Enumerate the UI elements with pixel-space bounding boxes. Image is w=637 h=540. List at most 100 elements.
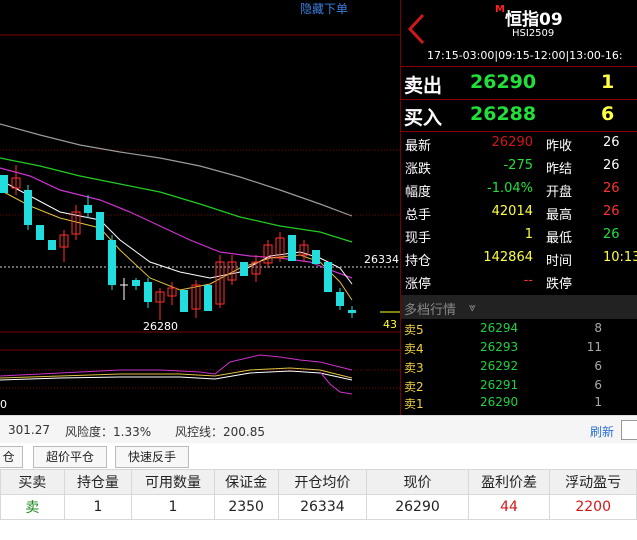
refresh-link[interactable]: 刷新 — [590, 423, 614, 440]
contract-title: 恒指09 — [505, 10, 563, 30]
depth-header[interactable]: 多档行情 ⩔ — [401, 295, 637, 319]
price-marker-label: 26334 — [364, 253, 399, 266]
ask-qty: 1 — [601, 71, 615, 93]
kline-chart[interactable]: 隐藏下单 26334 26280 43 0 — [0, 0, 400, 415]
indicator-axis-label: 0 — [0, 398, 7, 411]
stat-value: 42014 — [491, 204, 533, 219]
ask-label: 卖出 — [404, 75, 443, 97]
super-close-button[interactable]: 超价平仓 — [33, 446, 107, 468]
stat-label: 现手 — [405, 231, 432, 246]
column-header[interactable]: 现价 — [366, 469, 469, 495]
stat-value: 142864 — [483, 250, 533, 265]
cell-price-diff: 44 — [467, 494, 551, 520]
stat-label: 幅度 — [405, 185, 432, 200]
table-header-row: 买卖 持仓量 可用数量 保证金 开仓均价 现价 盈利价差 浮动盈亏 — [0, 469, 637, 495]
hide-order-link[interactable]: 隐藏下单 — [300, 0, 348, 17]
low-marker-label: 26280 — [143, 320, 178, 333]
stat-label: 开盘 — [546, 185, 573, 200]
table-row[interactable]: 卖 1 1 2350 26334 26290 44 2200 — [0, 494, 637, 520]
depth-row[interactable]: 卖4 26293 11 — [401, 340, 637, 359]
depth-level: 卖1 — [404, 397, 424, 411]
back-arrow-icon[interactable] — [405, 12, 427, 46]
stat-label: 最新 — [405, 139, 432, 154]
depth-qty: 6 — [594, 359, 602, 373]
stat-label: 跌停 — [546, 277, 573, 292]
trading-sessions: 17:15-03:00|09:15-12:00|13:00-16: — [427, 49, 623, 62]
quote-row: 现手 1 最低 26 — [401, 227, 637, 250]
bid-row[interactable]: 买入 26288 6 — [401, 100, 637, 130]
account-info-bar: 301.27 风险度：1.33% 风控线：200.85 刷新 — [0, 415, 637, 444]
bid-qty: 6 — [601, 103, 615, 125]
fast-reverse-button[interactable]: 快速反手 — [115, 446, 189, 468]
close-position-button[interactable]: 仓 — [0, 446, 23, 468]
ma-line-gray — [0, 123, 353, 217]
depth-row[interactable]: 卖1 26290 1 — [401, 395, 637, 414]
cell-available: 1 — [131, 494, 215, 520]
action-button-bar: 仓 超价平仓 快速反手 — [0, 443, 637, 469]
cell-price: 26290 — [366, 494, 469, 520]
depth-price: 26292 — [480, 359, 519, 373]
lock-icon[interactable] — [621, 420, 637, 440]
positions-table: 买卖 持仓量 可用数量 保证金 开仓均价 现价 盈利价差 浮动盈亏 卖 1 1 … — [0, 469, 637, 520]
account-value: 301.27 — [8, 423, 50, 437]
depth-level: 卖2 — [404, 380, 424, 394]
stat-label: 最低 — [546, 231, 573, 246]
stat-value: -1.04% — [487, 181, 533, 196]
stat-value: 26 — [603, 227, 620, 242]
volume-marker-label: 43 — [383, 318, 397, 331]
depth-title: 多档行情 — [404, 303, 457, 318]
quote-row: 总手 42014 最高 26 — [401, 204, 637, 227]
divider — [401, 131, 637, 132]
column-header[interactable]: 浮动盈亏 — [549, 469, 637, 495]
double-chevron-down-icon[interactable]: ⩔ — [469, 300, 476, 315]
stat-label: 涨停 — [405, 277, 432, 292]
depth-level: 卖4 — [404, 342, 424, 356]
column-header[interactable]: 盈利价差 — [467, 469, 551, 495]
column-header[interactable]: 保证金 — [213, 469, 279, 495]
stat-value: -275 — [503, 158, 533, 173]
column-header[interactable]: 买卖 — [0, 469, 65, 495]
cell-margin: 2350 — [213, 494, 279, 520]
stat-label: 昨结 — [546, 162, 573, 177]
risk-control-line: 风控线：200.85 — [175, 425, 265, 439]
depth-price: 26290 — [480, 395, 519, 409]
ask-price: 26290 — [470, 71, 537, 93]
bid-price: 26288 — [470, 103, 537, 125]
stat-value: 26 — [603, 204, 620, 219]
quote-row: 涨跌 -275 昨结 26 — [401, 158, 637, 181]
quote-row: 幅度 -1.04% 开盘 26 — [401, 181, 637, 204]
bid-label: 买入 — [404, 107, 443, 129]
kline-canvas — [0, 34, 400, 395]
stat-value: 26 — [603, 135, 620, 150]
depth-price: 26291 — [480, 378, 519, 392]
depth-qty: 8 — [594, 321, 602, 335]
stat-label: 时间 — [546, 254, 573, 269]
stat-value: 1 — [524, 227, 533, 242]
stat-value: 26290 — [491, 135, 533, 150]
contract-symbol: HSI2509 — [512, 28, 555, 39]
quote-row: 最新 26290 昨收 26 — [401, 135, 637, 158]
cell-floating-pnl: 2200 — [549, 494, 637, 520]
ma-line-magenta — [0, 167, 353, 279]
depth-row[interactable]: 卖5 26294 8 — [401, 321, 637, 340]
depth-qty: 1 — [594, 395, 602, 409]
indicator-line-magenta — [0, 354, 353, 377]
depth-qty: 11 — [586, 340, 602, 354]
depth-row[interactable]: 卖3 26292 6 — [401, 359, 637, 378]
stat-label: 最高 — [546, 208, 573, 223]
indicator-line-white — [0, 370, 353, 381]
depth-price: 26293 — [480, 340, 519, 354]
depth-qty: 6 — [594, 378, 602, 392]
stat-label: 昨收 — [546, 139, 573, 154]
depth-level: 卖3 — [404, 361, 424, 375]
risk-ratio: 风险度：1.33% — [65, 425, 152, 439]
main-contract-badge: M — [495, 4, 505, 15]
depth-level: 卖5 — [404, 323, 424, 337]
column-header[interactable]: 开仓均价 — [277, 469, 368, 495]
ask-row[interactable]: 卖出 26290 1 — [401, 68, 637, 98]
cell-open-avg: 26334 — [277, 494, 368, 520]
column-header[interactable]: 持仓量 — [63, 469, 133, 495]
column-header[interactable]: 可用数量 — [131, 469, 215, 495]
cell-side: 卖 — [0, 494, 65, 520]
quote-row: 持仓 142864 时间 10:13 — [401, 250, 637, 273]
